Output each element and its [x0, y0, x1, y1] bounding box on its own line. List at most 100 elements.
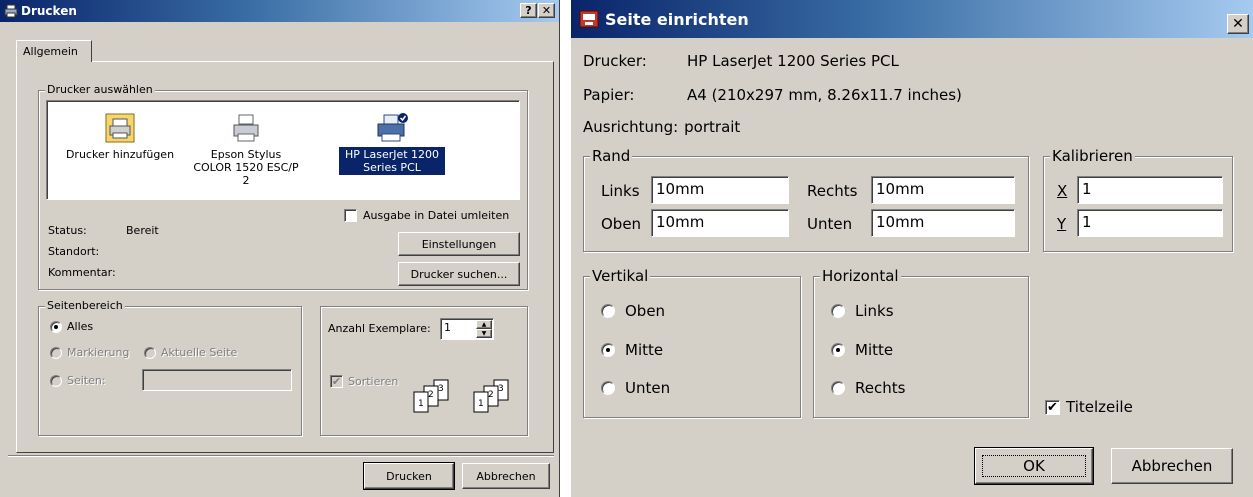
horizontal-left-option[interactable]: Links [831, 302, 894, 320]
print-dialog-titlebar: Drucken ? ✕ [0, 0, 559, 22]
range-current-option[interactable]: Aktuelle Seite [144, 346, 237, 359]
margin-left-value: 10mm [656, 180, 705, 198]
title-line-checkbox[interactable]: ✔ [1045, 399, 1060, 415]
bottom-divider [8, 455, 554, 457]
ok-button[interactable]: OK [974, 447, 1094, 485]
printer-item-hp[interactable]: HP LaserJet 1200 Series PCL [332, 112, 452, 175]
printer-title-icon [4, 4, 18, 18]
page-setup-close-button[interactable]: ✕ [1227, 14, 1249, 34]
margin-right-input[interactable]: 10mm [871, 176, 1015, 204]
margin-left-input[interactable]: 10mm [651, 176, 789, 204]
paper-info-row: Papier: A4 (210x297 mm, 8.26x11.7 inches… [583, 86, 962, 104]
printer-item-epson[interactable]: Epson Stylus COLOR 1520 ESC/P 2 [186, 112, 306, 188]
vertical-legend: Vertikal [590, 267, 651, 285]
add-printer-icon [105, 113, 135, 143]
margin-top-input[interactable]: 10mm [651, 209, 789, 237]
horizontal-right-option[interactable]: Rechts [831, 379, 905, 397]
location-label: Standort: [48, 245, 100, 258]
vertical-top-option[interactable]: Oben [601, 302, 665, 320]
margin-legend: Rand [590, 147, 633, 165]
collate-checkbox[interactable]: ✔ [330, 375, 343, 388]
print-to-file-checkbox[interactable] [344, 209, 357, 222]
arrow-down-icon: ▼ [481, 330, 487, 337]
vertical-bottom-option[interactable]: Unten [601, 379, 670, 397]
pages-input[interactable] [142, 369, 292, 391]
ok-button-label: OK [982, 455, 1086, 477]
vertical-top-radio[interactable] [601, 304, 615, 318]
svg-text:2: 2 [428, 390, 434, 400]
printer-item-label: Drucker hinzufügen [65, 148, 175, 161]
paper-info-value: A4 (210x297 mm, 8.26x11.7 inches) [687, 86, 962, 104]
printer-item-add[interactable]: Drucker hinzufügen [60, 112, 180, 162]
comment-label: Kommentar: [48, 266, 116, 279]
vertical-middle-label: Mitte [625, 341, 664, 359]
arrow-up-icon: ▲ [481, 321, 487, 328]
collate-option[interactable]: ✔ Sortieren [330, 375, 398, 388]
horizontal-right-label: Rechts [855, 379, 906, 397]
horizontal-right-radio[interactable] [831, 381, 845, 395]
range-all-radio[interactable] [50, 320, 62, 333]
cancel-button[interactable]: Abbrechen [462, 463, 550, 489]
range-all-option[interactable]: Alles [50, 320, 93, 333]
svg-text:2: 2 [488, 390, 494, 400]
collate-label: Sortieren [348, 375, 399, 388]
margin-right-value: 10mm [876, 180, 925, 198]
vertical-top-label: Oben [625, 302, 666, 320]
range-selection-option[interactable]: Markierung [50, 346, 129, 359]
help-button[interactable]: ? [520, 3, 537, 18]
print-button[interactable]: Drucken [363, 462, 455, 490]
horizontal-left-radio[interactable] [831, 304, 845, 318]
calibrate-y-label-wrap: Y [1057, 215, 1066, 233]
status-label: Status: [48, 224, 87, 237]
find-printer-button[interactable]: Drucker suchen... [398, 262, 520, 286]
print-to-file-option[interactable]: Ausgabe in Datei umleiten [344, 209, 509, 222]
find-printer-button-label: Drucker suchen... [410, 267, 508, 281]
calibrate-y-value: 1 [1082, 213, 1092, 231]
margin-bottom-label: Unten [807, 215, 853, 233]
print-dialog: Drucken ? ✕ Allgemein Drucker auswählen … [0, 0, 560, 497]
calibrate-y-input[interactable]: 1 [1077, 209, 1223, 237]
cancel-button-label: Abbrechen [476, 469, 536, 483]
page-setup-dialog: Seite einrichten ✕ Drucker: HP LaserJet … [570, 0, 1253, 497]
calibrate-y-label: Y [1057, 215, 1067, 233]
horizontal-left-label: Links [855, 302, 894, 320]
range-current-radio[interactable] [144, 346, 156, 359]
vertical-middle-radio[interactable] [601, 343, 615, 357]
range-pages-label: Seiten: [67, 374, 106, 387]
copies-row: Anzahl Exemplare: [328, 322, 431, 335]
range-pages-option[interactable]: Seiten: [50, 374, 106, 387]
svg-text:3: 3 [498, 384, 504, 394]
margin-top-label: Oben [601, 215, 642, 233]
orientation-info-label: Ausrichtung: [583, 118, 679, 136]
settings-button[interactable]: Einstellungen [398, 232, 520, 256]
vertical-middle-option[interactable]: Mitte [601, 341, 663, 359]
range-selection-radio[interactable] [50, 346, 62, 359]
title-line-option[interactable]: ✔ Titelzeile [1045, 398, 1133, 416]
range-pages-radio[interactable] [50, 374, 62, 387]
page-setup-cancel-button[interactable]: Abbrechen [1111, 448, 1233, 484]
horizontal-middle-option[interactable]: Mitte [831, 341, 893, 359]
printer-item-label: HP LaserJet 1200 Series PCL [339, 147, 445, 175]
close-button[interactable]: ✕ [538, 3, 555, 18]
printer-info-row: Drucker: HP LaserJet 1200 Series PCL [583, 52, 899, 70]
horizontal-middle-radio[interactable] [831, 343, 845, 357]
horizontal-legend: Horizontal [820, 267, 901, 285]
range-current-label: Aktuelle Seite [161, 346, 238, 359]
margin-top-value: 10mm [656, 213, 705, 231]
print-dialog-title: Drucken [21, 4, 77, 18]
calibrate-x-input[interactable]: 1 [1077, 176, 1223, 204]
default-printer-icon [377, 113, 408, 142]
calibrate-group: Kalibrieren [1043, 147, 1233, 252]
page-range-legend: Seitenbereich [45, 299, 125, 313]
page-setup-title-icon [579, 10, 599, 28]
margin-bottom-input[interactable]: 10mm [871, 209, 1015, 237]
comment-row: Kommentar: [48, 266, 116, 279]
tab-label: Allgemein [23, 45, 78, 58]
vertical-bottom-radio[interactable] [601, 381, 615, 395]
copies-down-button[interactable]: ▼ [476, 329, 492, 338]
svg-text:3: 3 [438, 384, 444, 394]
margin-group: Rand [583, 147, 1029, 252]
status-value: Bereit [126, 224, 159, 237]
copies-up-button[interactable]: ▲ [476, 320, 492, 329]
tab-allgemein[interactable]: Allgemein [16, 40, 92, 62]
